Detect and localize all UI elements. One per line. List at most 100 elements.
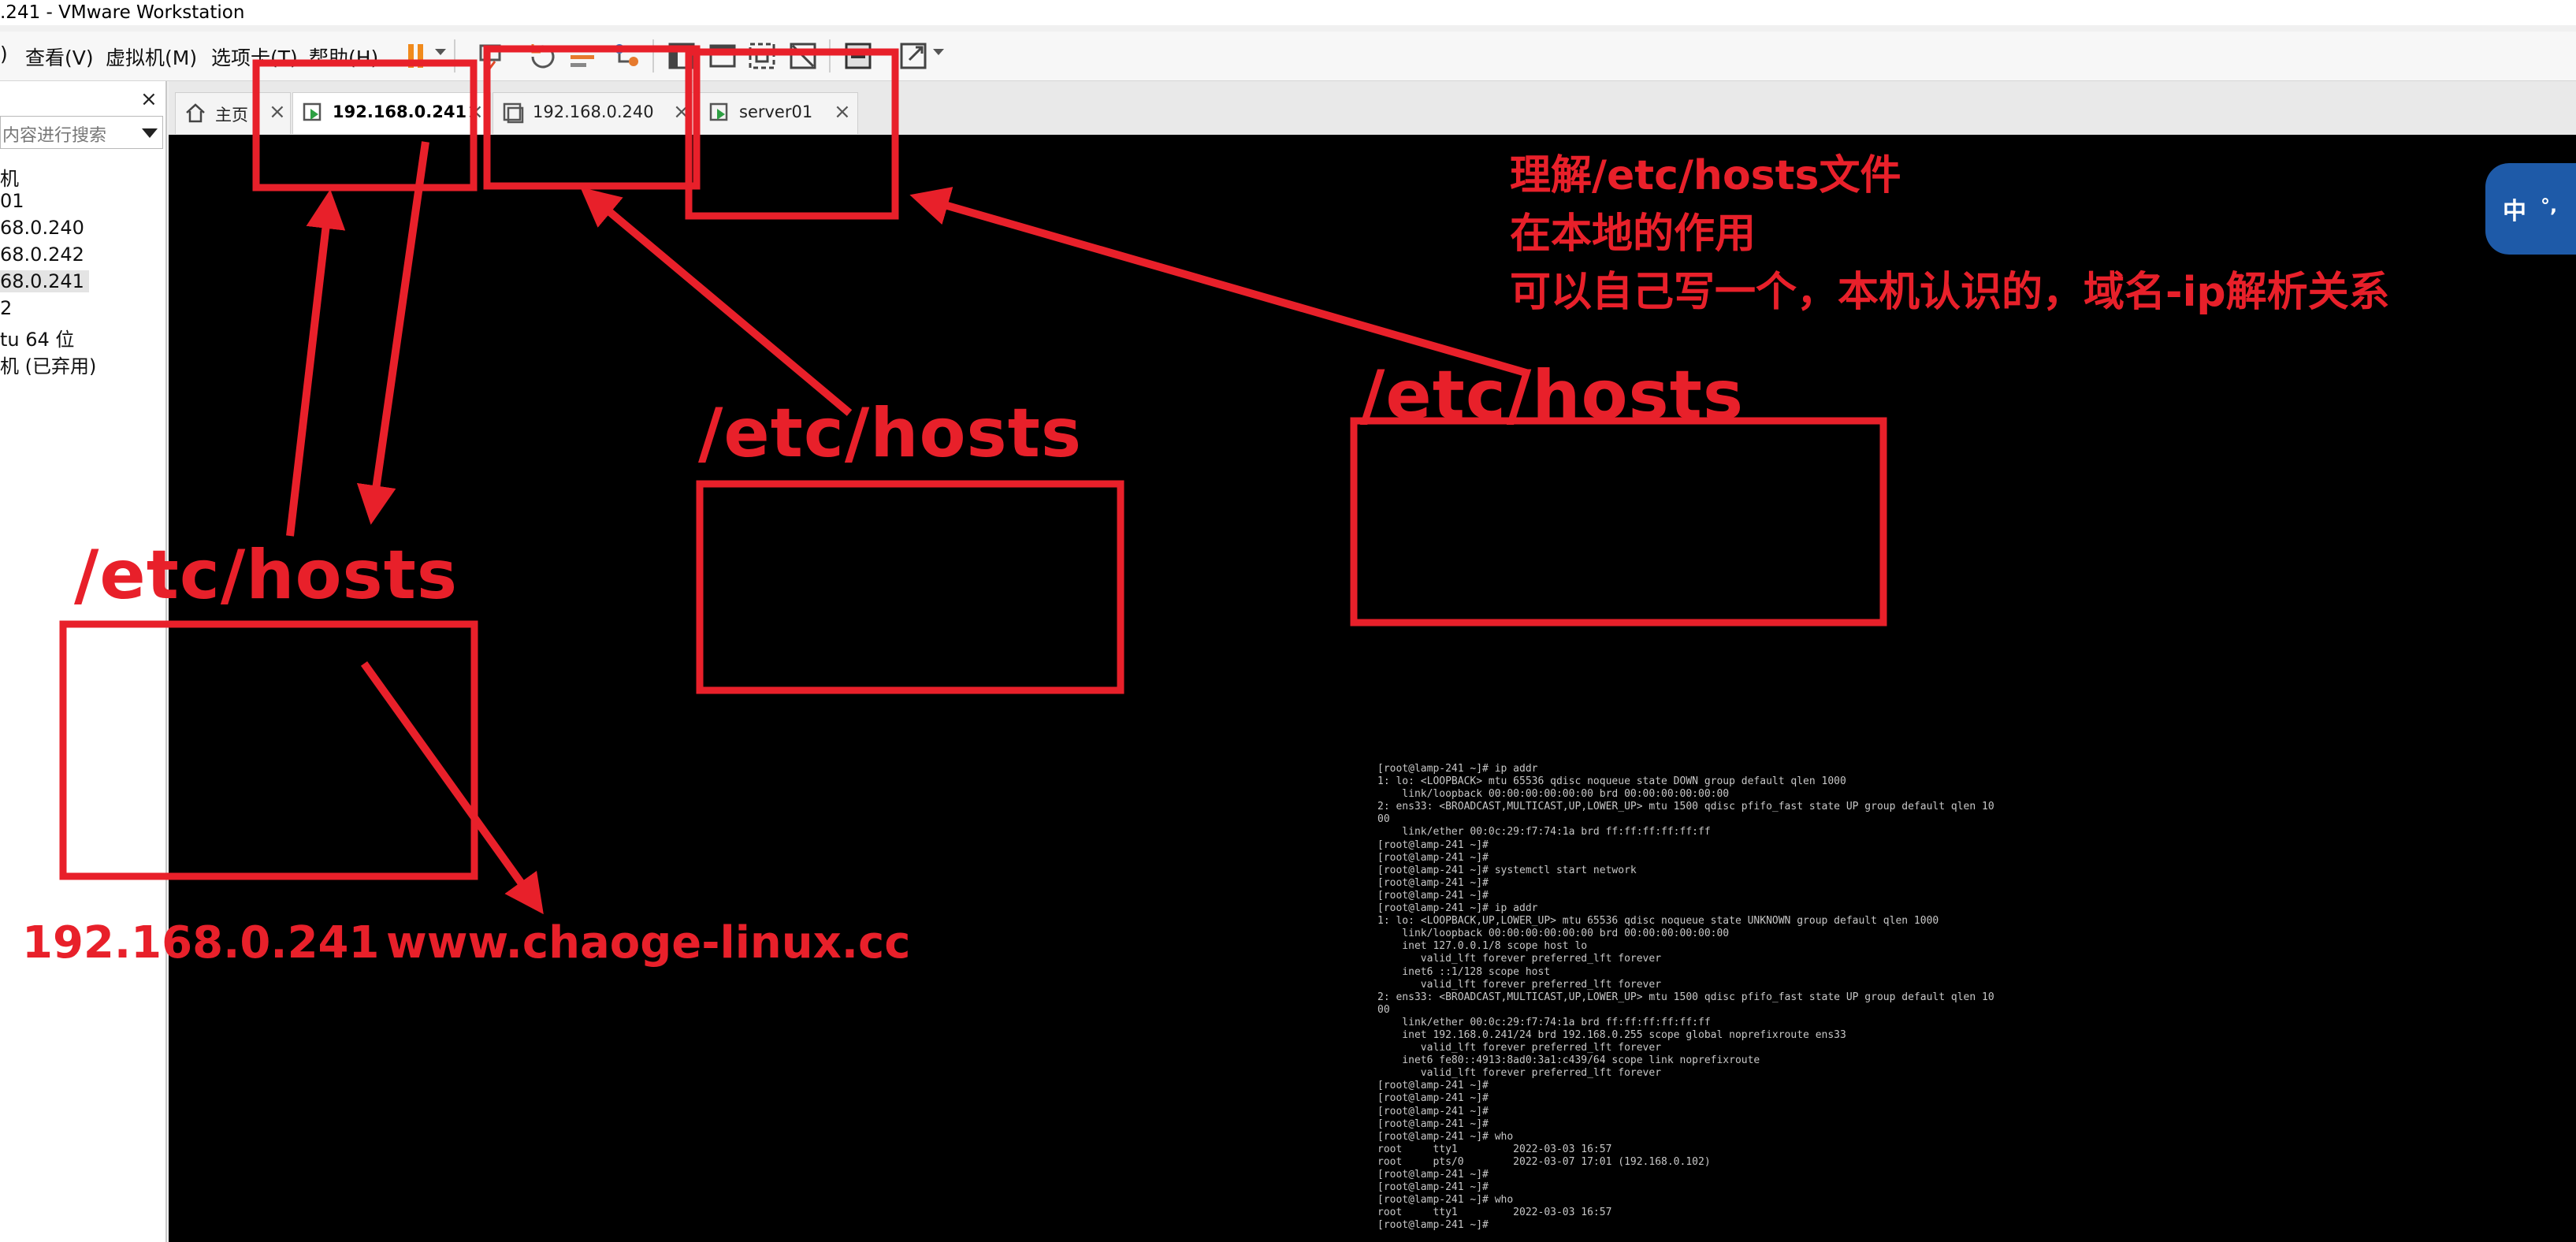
terminal-line: 2: ens33: <BROADCAST,MULTICAST,UP,LOWER_… [1377,801,1994,813]
unity-icon[interactable] [785,38,821,74]
tab-label: 192.168.0.240 [533,102,654,121]
menu-tabs[interactable]: 选项卡(T) [211,43,298,71]
hosts-label-middle: /etc/hosts [698,394,1083,473]
terminal-line: 00 [1377,813,1390,826]
hosts-label-left: /etc/hosts [74,536,459,615]
toolbar-divider [652,39,654,73]
terminal-line: [root@lamp-241 ~]# ip addr [1377,763,1538,775]
tab-server01[interactable]: server01 × [699,92,858,134]
ip-label: 192.168.0.241 [22,917,380,969]
chevron-down-icon[interactable] [142,128,158,138]
terminal-line: valid_lft forever preferred_lft forever [1377,1067,1662,1080]
terminal-line: [root@lamp-241 ~]# [1377,1092,1489,1105]
terminal-line: root tty1 2022-03-03 16:57 [1377,1143,1612,1155]
menu-view[interactable]: 查看(V) [25,43,94,71]
tree-item-vm-240[interactable]: 68.0.240 [0,217,84,239]
home-icon [186,103,205,123]
ime-extra: °, [2541,195,2558,217]
console-view-icon[interactable] [704,38,741,74]
terminal-line: valid_lft forever preferred_lft forever [1377,1042,1662,1054]
tab-close-icon[interactable]: × [467,100,484,124]
note-line-1: 理解/etc/hosts文件 [1510,152,1901,199]
window-title: .241 - VMware Workstation [0,2,245,23]
tab-home[interactable]: 主页 × [175,92,291,134]
terminal-line: inet 127.0.0.1/8 scope host lo [1377,940,1588,953]
menu-help[interactable]: 帮助(H) [309,43,378,71]
terminal-line: 2: ens33: <BROADCAST,MULTICAST,UP,LOWER_… [1377,991,1994,1003]
terminal-line: link/ether 00:0c:29:f7:74:1a brd ff:ff:f… [1377,826,1711,839]
ime-label: 中 [2503,198,2526,225]
tree-item-deprecated[interactable]: 机 (已弃用) [0,351,96,378]
terminal-line: [root@lamp-241 ~]# [1377,1219,1489,1232]
stretch-dropdown-icon[interactable] [933,49,944,55]
domain-label: www.chaoge-linux.cc [386,917,911,969]
terminal-line: link/loopback 00:00:00:00:00:00 brd 00:0… [1377,788,1730,801]
tree-item-vm-2[interactable]: 2 [0,297,12,319]
vm-running-icon [709,102,728,121]
tab-label: 192.168.0.241 [333,102,467,121]
tab-label: 主页 [215,106,248,125]
pause-icon[interactable] [399,38,435,74]
pause-dropdown-icon[interactable] [435,49,446,55]
terminal-line: [root@lamp-241 ~]# [1377,1169,1489,1181]
terminal-line: [root@lamp-241 ~]# [1377,889,1489,902]
tab-bar: 主页 × 192.168.0.241 × 192.168.0.240 × ser… [169,81,2576,135]
terminal-line: valid_lft forever preferred_lft forever [1377,953,1662,965]
thumbnail-view-icon[interactable] [744,38,780,74]
ime-indicator[interactable]: 中 °, [2485,163,2576,255]
snapshot-icon[interactable] [525,38,561,74]
terminal-line: [root@lamp-241 ~]# [1377,876,1489,889]
terminal-line: [root@lamp-241 ~]# [1377,1117,1489,1130]
terminal-line: [root@lamp-241 ~]# who [1377,1194,1514,1207]
send-ctrl-alt-del-icon[interactable] [473,38,509,74]
terminal-line: link/loopback 00:00:00:00:00:00 brd 00:0… [1377,928,1730,940]
terminal-line: [root@lamp-241 ~]# who [1377,1130,1514,1143]
terminal-line: root tty1 2022-03-03 16:57 [1377,1207,1612,1219]
terminal-line: root pts/0 2022-03-07 17:01 (192.168.0.1… [1377,1155,1711,1168]
manage-snapshots-icon[interactable] [608,38,645,74]
terminal-line: valid_lft forever preferred_lft forever [1377,978,1662,991]
menu-partial[interactable]: ) [0,43,8,65]
revert-snapshot-icon[interactable] [566,38,602,74]
toolbar-divider [829,39,831,73]
terminal-line: [root@lamp-241 ~]# ip addr [1377,902,1538,915]
fullscreen-icon[interactable] [840,38,876,74]
tree-item-my-computer[interactable]: 机 [0,163,19,191]
library-sidebar: × 内容进行搜索 机 01 68.0.240 68.0.242 68.0.241… [0,81,167,1242]
terminal-line: link/ether 00:0c:29:f7:74:1a brd ff:ff:f… [1377,1016,1711,1028]
terminal-line: inet6 fe80::4913:8ad0:3a1:c439/64 scope … [1377,1054,1760,1067]
vm-running-icon [303,102,322,121]
search-placeholder: 内容进行搜索 [2,126,107,146]
menu-bar: ) 查看(V) 虚拟机(M) 选项卡(T) 帮助(H) [0,32,2576,81]
library-search-input[interactable]: 内容进行搜索 [0,116,163,149]
tree-item-ubuntu[interactable]: tu 64 位 [0,324,74,351]
terminal-line: inet6 ::1/128 scope host [1377,965,1551,978]
tab-label: server01 [739,102,813,121]
menu-vm[interactable]: 虚拟机(M) [106,43,197,71]
note-line-2: 在本地的作用 [1510,210,1756,258]
tree-item-vm-242[interactable]: 68.0.242 [0,244,84,266]
terminal-line: [root@lamp-241 ~]# systemctl start netwo… [1377,864,1637,876]
tree-item-vm-241[interactable]: 68.0.241 [0,270,89,292]
stretch-icon[interactable] [895,38,931,74]
sidebar-close-icon[interactable]: × [140,87,158,111]
vm-icon [503,102,524,124]
toolbar-divider [454,39,455,73]
terminal-line: [root@lamp-241 ~]# [1377,1080,1489,1092]
terminal-line: [root@lamp-241 ~]# [1377,839,1489,851]
terminal-line: 1: lo: <LOOPBACK,UP,LOWER_UP> mtu 65536 … [1377,915,1939,928]
terminal-line: [root@lamp-241 ~]# [1377,1105,1489,1117]
tree-item-server01[interactable]: 01 [0,190,24,212]
terminal-output: [root@lamp-241 ~]# ip addr 1: lo: <LOOPBA… [1377,763,2024,1236]
tab-close-icon[interactable]: × [673,100,690,124]
terminal-line: inet 192.168.0.241/24 brd 192.168.0.255 … [1377,1028,1846,1041]
show-library-icon[interactable] [664,38,700,74]
terminal-line: [root@lamp-241 ~]# [1377,851,1489,864]
terminal-line: 1: lo: <LOOPBACK> mtu 65536 qdisc noqueu… [1377,775,1846,788]
tab-vm-241[interactable]: 192.168.0.241 × [292,92,491,134]
note-line-3: 可以自己写一个，本机认识的，域名-ip解析关系 [1510,269,2390,316]
tab-close-icon[interactable]: × [269,100,286,124]
tab-vm-240[interactable]: 192.168.0.240 × [493,92,697,134]
title-bar: .241 - VMware Workstation [0,0,2576,25]
tab-close-icon[interactable]: × [834,100,851,124]
